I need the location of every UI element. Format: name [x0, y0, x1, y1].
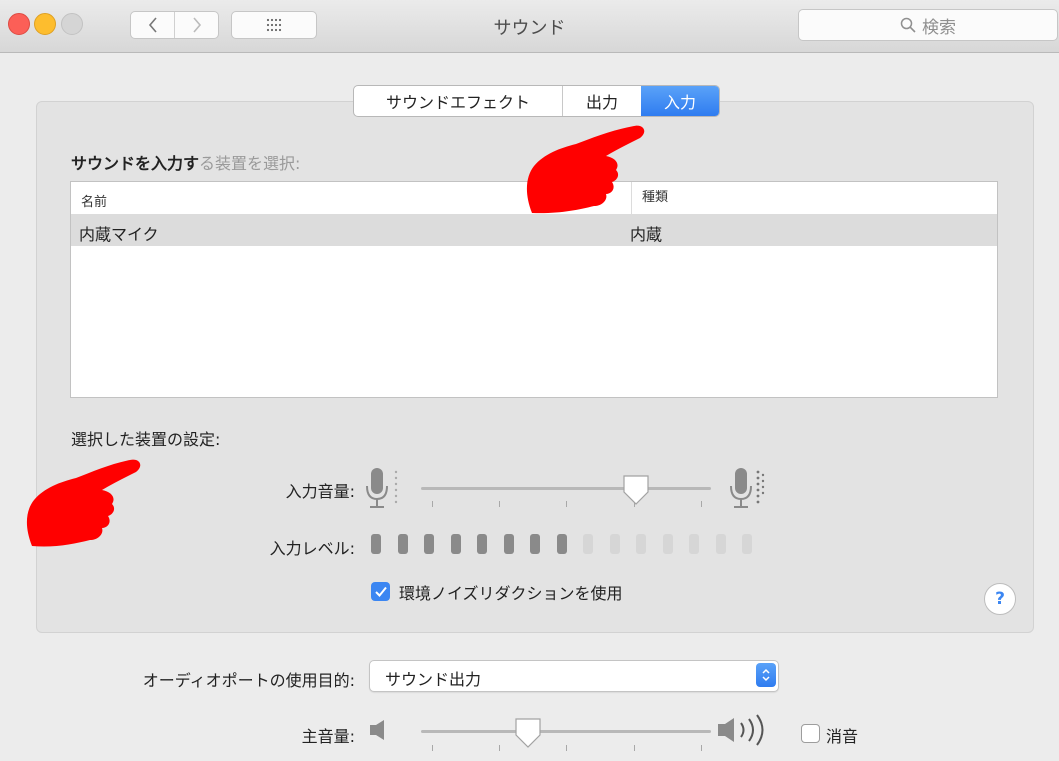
search-placeholder: 検索 — [922, 17, 956, 38]
mute-label[interactable]: 消音 — [826, 723, 858, 747]
level-segment — [530, 534, 540, 554]
slider-tick — [701, 501, 702, 507]
search-icon — [900, 17, 916, 33]
select-device-heading-bold: サウンドを入力す — [71, 154, 200, 173]
slider-tick — [499, 745, 500, 751]
mute-checkbox[interactable] — [801, 724, 820, 743]
input-volume-track — [421, 487, 711, 490]
select-device-heading: サウンドを入力する装置を選択: — [71, 150, 300, 174]
input-volume-knob[interactable] — [622, 474, 650, 506]
level-segment — [450, 534, 461, 554]
tab-input[interactable]: 入力 — [641, 86, 719, 116]
input-volume-label: 入力音量: — [285, 482, 355, 501]
level-segment — [583, 534, 593, 554]
level-segment — [636, 534, 646, 554]
master-volume-track — [421, 730, 711, 733]
input-level-label: 入力レベル: — [269, 539, 355, 558]
level-segment — [477, 534, 487, 554]
device-name-cell: 内蔵マイク — [79, 225, 159, 244]
audio-port-label: オーディオポートの使用目的: — [142, 671, 355, 690]
level-segment — [397, 534, 408, 554]
microphone-low-icon — [366, 468, 398, 508]
level-segment — [715, 534, 726, 554]
noise-reduction-label[interactable]: 環境ノイズリダクションを使用 — [399, 580, 623, 604]
level-segment — [742, 534, 752, 554]
column-header-name[interactable]: 名前 — [81, 191, 107, 210]
level-segment — [609, 534, 620, 554]
device-settings-heading: 選択した装置の設定: — [71, 430, 221, 449]
audio-port-selected-value: サウンド出力 — [385, 670, 482, 689]
noise-reduction-checkbox[interactable] — [371, 582, 390, 601]
slider-tick — [701, 745, 702, 751]
pointing-hand-icon — [26, 459, 141, 547]
tab-output[interactable]: 出力 — [562, 86, 641, 116]
table-row[interactable]: 内蔵マイク 内蔵 — [71, 215, 997, 246]
level-segment — [424, 534, 434, 554]
device-type-cell: 内蔵 — [630, 225, 663, 244]
checkmark-icon — [374, 586, 387, 597]
speaker-low-icon — [370, 720, 384, 740]
tab-bar: サウンドエフェクト 出力 入力 — [353, 85, 720, 117]
level-segment — [556, 534, 567, 554]
pointing-hand-icon — [526, 125, 645, 214]
audio-port-select[interactable]: サウンド出力 — [369, 660, 779, 692]
master-volume-label: 主音量: — [301, 727, 355, 746]
slider-tick — [432, 745, 433, 751]
level-segment — [503, 534, 514, 554]
up-down-chevron-icon — [756, 663, 776, 687]
search-field[interactable]: 検索 — [798, 9, 1058, 41]
slider-tick — [566, 501, 567, 507]
level-segment — [689, 534, 699, 554]
level-segment — [371, 534, 381, 554]
slider-tick — [432, 501, 433, 507]
help-button[interactable]: ? — [984, 583, 1016, 615]
select-device-heading-faded: る装置を選択: — [199, 154, 301, 173]
speaker-high-icon — [718, 714, 764, 746]
master-volume-knob[interactable] — [514, 717, 542, 749]
title-bar: サウンド 検索 — [0, 0, 1059, 53]
microphone-high-icon — [730, 468, 765, 508]
slider-tick — [499, 501, 500, 507]
slider-tick — [634, 745, 635, 751]
level-segment — [662, 534, 673, 554]
tab-sound-effects[interactable]: サウンドエフェクト — [354, 86, 562, 116]
slider-tick — [566, 745, 567, 751]
